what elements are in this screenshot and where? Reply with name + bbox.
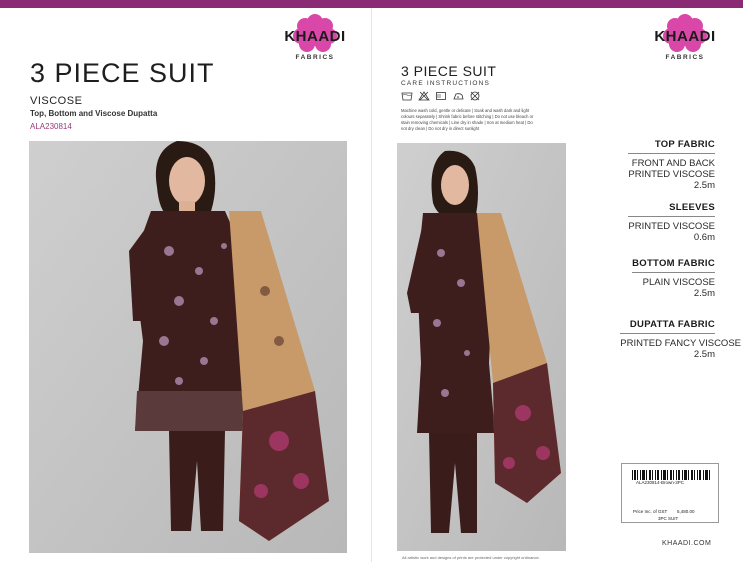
barcode-code: ALA230814-Brown-3PC xyxy=(636,480,685,485)
copyright-note: All artistic work and designs of prints … xyxy=(402,555,540,560)
pack-type: 3PC SUIT xyxy=(658,516,679,521)
iron-icon xyxy=(453,93,464,100)
barcode-icon xyxy=(632,470,710,480)
spec-sleeves: SLEEVES PRINTED VISCOSE 0.6m xyxy=(628,202,715,243)
spec-line: FRONT AND BACK xyxy=(631,158,715,169)
khaadi-logo-right: KHAADI FABRICS xyxy=(645,14,725,66)
spec-line: PLAIN VISCOSE xyxy=(642,277,715,288)
spec-line: 2.5m xyxy=(693,180,715,191)
spec-heading: TOP FABRIC xyxy=(628,139,715,154)
no-dry-clean-icon xyxy=(470,91,480,101)
brand-name: KHAADI xyxy=(654,28,716,45)
top-accent-bar xyxy=(0,0,743,8)
wash-icon xyxy=(401,92,413,101)
price-value: 5,480.00 xyxy=(677,509,695,514)
spec-line: PRINTED VISCOSE xyxy=(628,169,715,180)
care-instructions-heading: CARE INSTRUCTIONS xyxy=(401,80,491,87)
brand-name: KHAADI xyxy=(284,28,346,45)
barcode-label: ALA230814-Brown-3PC Price Inc. of GST 5,… xyxy=(621,463,719,523)
product-title: 3 PIECE SUIT xyxy=(30,58,215,88)
model-photo-front xyxy=(29,141,347,553)
page-divider xyxy=(371,8,372,562)
spec-line: 2.5m xyxy=(693,349,715,360)
article-code: ALA230814 xyxy=(30,122,72,131)
product-title-right: 3 PIECE SUIT xyxy=(401,63,497,79)
fabric-type: VISCOSE xyxy=(30,95,83,107)
care-icons-row xyxy=(401,91,481,101)
product-description: Top, Bottom and Viscose Dupatta xyxy=(30,109,158,118)
care-instructions-text: Machine wash cold, gentle or delicate | … xyxy=(401,108,534,131)
spec-heading: DUPATTA FABRIC xyxy=(620,319,715,334)
brand-tagline: FABRICS xyxy=(295,54,335,61)
model-photo-back xyxy=(397,143,566,551)
no-bleach-icon xyxy=(418,91,430,101)
brand-tagline: FABRICS xyxy=(665,54,705,61)
spec-bottom-fabric: BOTTOM FABRIC PLAIN VISCOSE 2.5m xyxy=(632,258,715,299)
spec-heading: SLEEVES xyxy=(628,202,715,217)
spec-line: PRINTED FANCY VISCOSE xyxy=(620,338,741,349)
price-label: Price Inc. of GST xyxy=(633,509,668,514)
spec-line: 2.5m xyxy=(693,288,715,299)
website-link[interactable]: KHAADI.COM xyxy=(662,540,711,547)
khaadi-logo-left: KHAADI FABRICS xyxy=(275,14,355,66)
spec-heading: BOTTOM FABRIC xyxy=(632,258,715,273)
spec-line: PRINTED VISCOSE xyxy=(628,221,715,232)
dry-icon xyxy=(436,92,446,100)
spec-dupatta-fabric: DUPATTA FABRIC PRINTED FANCY VISCOSE 2.5… xyxy=(620,319,741,360)
spec-top-fabric: TOP FABRIC FRONT AND BACK PRINTED VISCOS… xyxy=(628,139,715,191)
spec-line: 0.6m xyxy=(693,232,715,243)
